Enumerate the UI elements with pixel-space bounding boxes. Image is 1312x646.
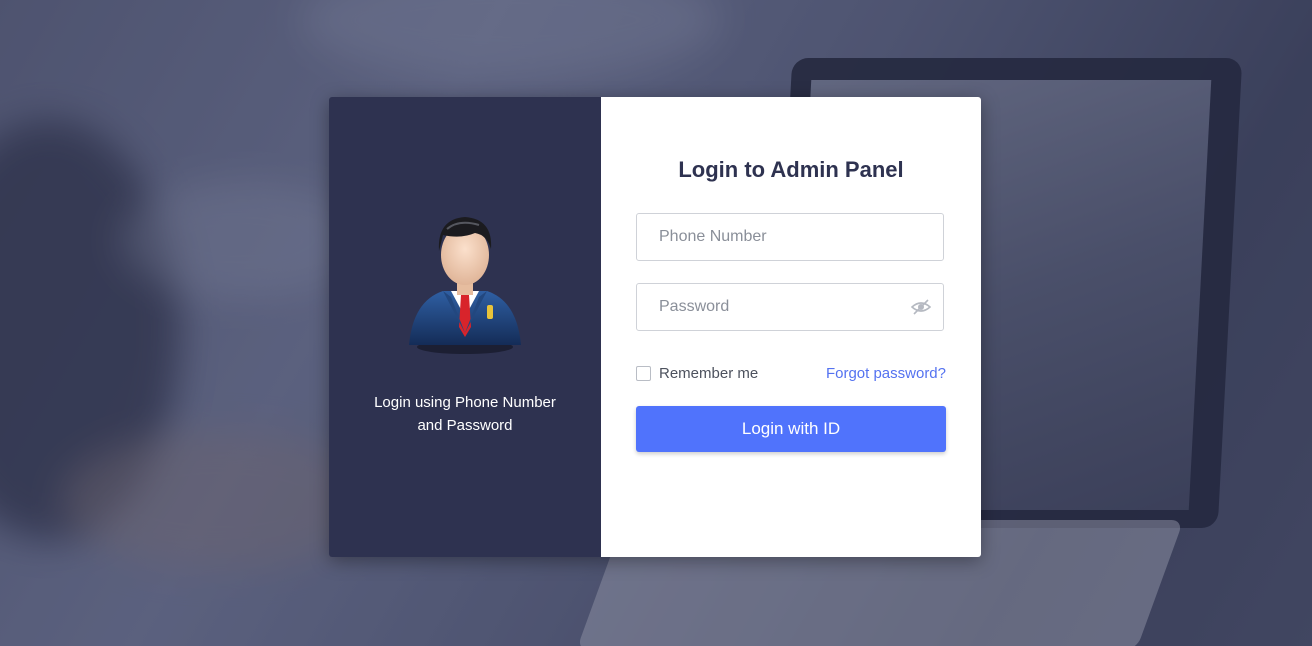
- checkbox-box[interactable]: [636, 366, 651, 381]
- login-form-panel: Login to Admin Panel Remember me Forgot …: [601, 97, 981, 557]
- password-field-wrapper: [636, 283, 944, 331]
- page-title: Login to Admin Panel: [678, 157, 904, 182]
- login-button[interactable]: Login with ID: [636, 406, 946, 452]
- login-card: Login using Phone Number and Password Lo…: [329, 97, 981, 557]
- phone-number-input[interactable]: [637, 214, 899, 260]
- remember-me-checkbox[interactable]: Remember me: [636, 365, 758, 382]
- phone-number-field-wrapper: [636, 213, 944, 261]
- login-instructions: Login using Phone Number and Password: [349, 391, 581, 437]
- caption-line-1: Login using Phone Number: [374, 394, 556, 411]
- remember-me-label: Remember me: [659, 365, 759, 382]
- login-info-panel: Login using Phone Number and Password: [329, 97, 601, 557]
- password-input[interactable]: [637, 284, 899, 330]
- caption-line-2: and Password: [417, 417, 513, 434]
- eye-slash-icon[interactable]: [911, 298, 931, 316]
- businessman-avatar-icon: [409, 217, 521, 354]
- forgot-password-link[interactable]: Forgot password?: [826, 365, 946, 382]
